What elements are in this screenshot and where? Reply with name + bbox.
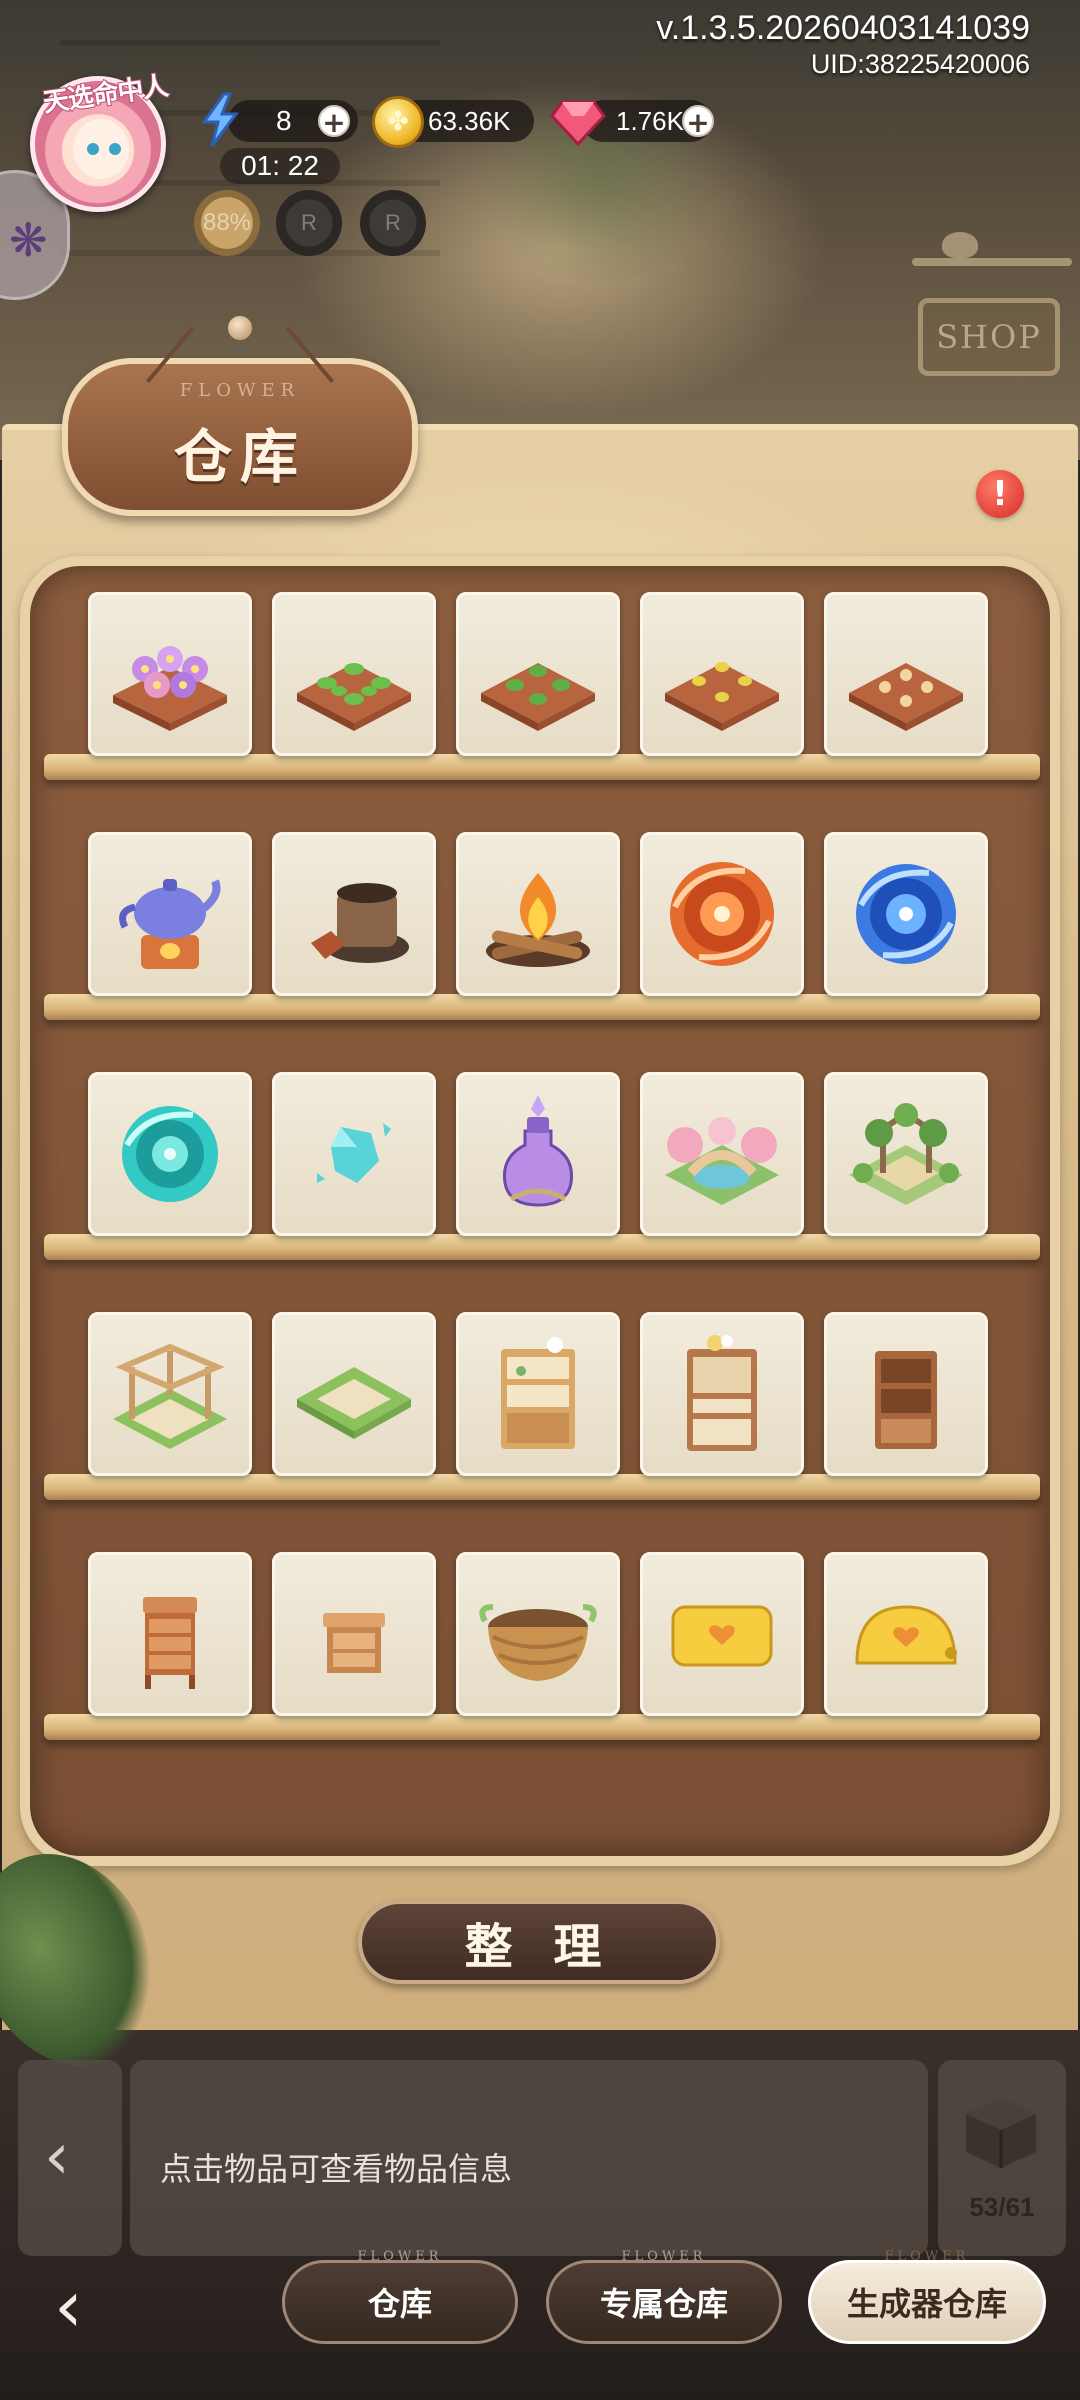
teapot-icon (119, 879, 221, 969)
tab-warehouse[interactable]: FLOWER 仓库 (282, 2249, 518, 2344)
boost-r-badge[interactable]: R (276, 190, 342, 256)
sort-button[interactable]: 整 理 (358, 1900, 720, 1984)
item-slot-coin-purse[interactable] (824, 1552, 988, 1716)
item-slot-pergola[interactable] (88, 1312, 252, 1476)
item-slot-seed-bed[interactable] (824, 592, 988, 756)
capacity-panel[interactable]: 53/61 (938, 2060, 1066, 2256)
item-slot-orange-vortex[interactable] (640, 832, 804, 996)
shop-sign: SHOP (918, 298, 1060, 376)
uid-text: UID:38225420006 (810, 49, 1030, 79)
sprout-bed-icon (297, 663, 411, 731)
info-back-button[interactable]: ‹ (18, 2060, 122, 2256)
add-energy-button[interactable]: + (318, 105, 350, 139)
item-slot-blue-vortex[interactable] (824, 832, 988, 996)
coin-purse-icon (855, 1605, 957, 1665)
tab-label: 仓库 (367, 2285, 432, 2323)
item-slot-crystal-shard[interactable] (272, 1072, 436, 1236)
tab-label: 专属仓库 (599, 2285, 728, 2323)
item-slot-potion[interactable] (456, 1072, 620, 1236)
alert-icon[interactable]: ! (976, 470, 1024, 518)
seed-bed-icon (849, 663, 963, 731)
energy-timer: 01: 22 (220, 148, 340, 184)
campfire-icon (486, 873, 590, 967)
blue-vortex-icon (856, 864, 956, 964)
item-slot-campfire[interactable] (456, 832, 620, 996)
seedling-bed-icon (665, 662, 779, 731)
clover-coin-icon: ✤ (372, 96, 424, 148)
energy-value: 8 (276, 105, 292, 136)
item-slot-seedling-bed[interactable] (640, 592, 804, 756)
crystal-shard-icon (317, 1123, 391, 1183)
item-slot-teapot-stove[interactable] (88, 832, 252, 996)
item-slot-teal-vortex[interactable] (88, 1072, 252, 1236)
coin-value: 63.36K (428, 105, 511, 136)
item-slot-stool[interactable] (272, 1552, 436, 1716)
gem-icon (550, 100, 606, 147)
potion-icon (502, 1095, 574, 1207)
item-slot-patio-tile[interactable] (272, 1312, 436, 1476)
bird-icon (942, 232, 978, 258)
avatar-eye (109, 143, 121, 155)
basket-icon (479, 1604, 597, 1681)
tab-generator-warehouse[interactable]: FLOWER 生成器仓库 (808, 2249, 1046, 2344)
orange-vortex-icon (670, 862, 774, 966)
arch-garden-icon (849, 1103, 963, 1205)
info-hint: 点击物品可查看物品信息 (160, 2150, 513, 2188)
title-plaque: FLOWER 仓库 (62, 326, 418, 516)
boost-up-badge[interactable]: 88% (194, 190, 260, 256)
tab-subtitle: FLOWER (621, 2249, 707, 2264)
drawer-chest-icon (143, 1597, 197, 1689)
boost-r-badge[interactable]: R (360, 190, 426, 256)
box-icon (966, 2098, 1036, 2168)
feather-icon: ❋ (9, 213, 48, 267)
version-info: v.1.3.5.20260403141039 UID:38225420006 (656, 8, 1030, 80)
clay-pot-icon (311, 883, 409, 963)
item-slot-clay-pot[interactable] (272, 832, 436, 996)
item-slot-basket[interactable] (456, 1552, 620, 1716)
patio-tile-icon (297, 1367, 411, 1439)
item-slot-kitchen-shelf[interactable] (456, 1312, 620, 1476)
kitchen-shelf-icon (501, 1337, 575, 1449)
tab-exclusive-warehouse[interactable]: FLOWER 专属仓库 (546, 2249, 782, 2344)
item-slot-yellow-pouch[interactable] (640, 1552, 804, 1716)
bookcase-icon (875, 1351, 937, 1449)
shelf-plank (44, 1234, 1040, 1260)
chevron-left-icon: ‹ (44, 2120, 70, 2194)
lightning-icon (201, 92, 239, 147)
flower-bed-icon (113, 646, 227, 731)
item-slot-sprout-bed-large[interactable] (272, 592, 436, 756)
add-gem-button[interactable]: + (682, 105, 714, 139)
shelf-plank (44, 1474, 1040, 1500)
item-slot-sprout-bed-medium[interactable] (456, 592, 620, 756)
plaque-subtitle: FLOWER (179, 380, 301, 401)
item-info-box: 点击物品可查看物品信息 (130, 2060, 928, 2256)
item-slot-flower-bed[interactable] (88, 592, 252, 756)
item-slot-bookcase[interactable] (824, 1312, 988, 1476)
tab-subtitle: FLOWER (884, 2249, 970, 2264)
back-button[interactable]: ‹ (54, 2266, 124, 2346)
item-slot-drawer-chest[interactable] (88, 1552, 252, 1716)
stool-icon (323, 1613, 385, 1673)
item-slot-arch-garden[interactable] (824, 1072, 988, 1236)
bridge-garden-icon (665, 1117, 779, 1205)
version-text: v.1.3.5.20260403141039 (656, 9, 1030, 47)
shelf-plank (44, 994, 1040, 1020)
tab-label: 生成器仓库 (846, 2285, 1007, 2323)
gem-value: 1.76K (616, 105, 684, 136)
pouch-icon (671, 1605, 773, 1667)
shop-sign-bar (912, 258, 1072, 266)
page-title: 仓库 (173, 423, 306, 491)
tab-subtitle: FLOWER (357, 2249, 443, 2264)
shelf-plank (44, 1714, 1040, 1740)
shelf-plank (44, 754, 1040, 780)
item-slot-bridge-garden[interactable] (640, 1072, 804, 1236)
item-slot-flower-cabinet[interactable] (640, 1312, 804, 1476)
sprout-bed-icon (481, 663, 595, 731)
avatar-eye (87, 143, 99, 155)
teal-vortex-icon (122, 1106, 218, 1202)
pergola-icon (113, 1343, 227, 1449)
plaque-pin (228, 316, 252, 340)
cabinet-icon (687, 1335, 757, 1451)
capacity-count: 53/61 (969, 2192, 1035, 2222)
